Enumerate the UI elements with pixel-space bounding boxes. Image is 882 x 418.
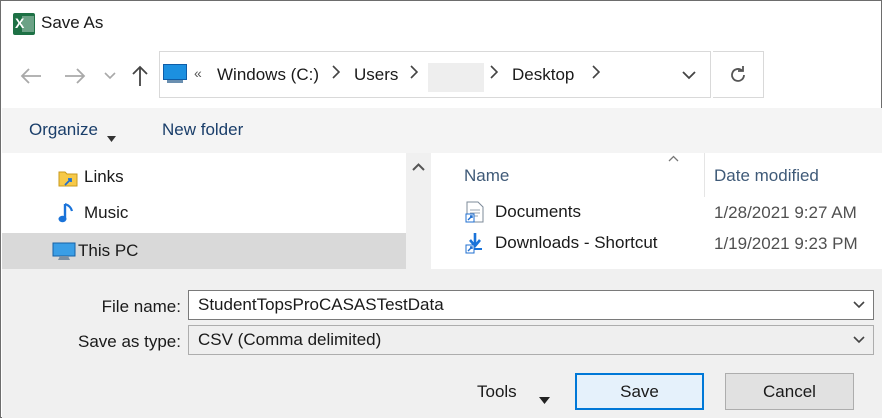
links-folder-icon	[58, 171, 78, 187]
refresh-icon	[731, 65, 745, 82]
shortcut-file-icon	[465, 201, 484, 223]
breadcrumb-windows-c[interactable]: Windows (C:)	[217, 65, 319, 85]
download-shortcut-icon	[465, 233, 482, 254]
file-name: Documents	[495, 202, 581, 221]
up-button[interactable]	[125, 61, 155, 91]
save-as-type-value: CSV (Comma delimited)	[198, 330, 382, 349]
file-list: Name Date modified Documents 1/28/2021 9…	[433, 153, 882, 269]
title-bar: X Save As	[1, 1, 881, 47]
nav-item-links[interactable]: Links	[2, 159, 406, 195]
tools-button[interactable]: Tools	[477, 382, 517, 402]
chevron-right-icon[interactable]	[592, 65, 601, 82]
excel-icon: X	[13, 13, 35, 35]
window-title: Save As	[41, 13, 104, 32]
save-as-type-label: Save as type:	[77, 332, 181, 351]
save-as-type-dropdown[interactable]	[849, 330, 869, 350]
chevron-down-icon	[104, 72, 116, 80]
organize-button[interactable]: Organize	[29, 120, 98, 140]
breadcrumb-redacted[interactable]	[428, 63, 484, 92]
nav-item-label: Music	[84, 203, 129, 222]
arrow-right-icon	[65, 68, 86, 84]
scroll-up-icon[interactable]	[412, 163, 425, 171]
file-name-label: File name:	[101, 297, 181, 316]
file-row-downloads-shortcut[interactable]: Downloads - Shortcut 1/19/2021 9:23 PM	[433, 228, 882, 258]
navigation-pane-scrollbar[interactable]	[406, 153, 431, 269]
arrow-up-icon	[132, 65, 148, 86]
file-name-dropdown[interactable]	[849, 295, 869, 315]
computer-icon	[52, 242, 76, 260]
chevron-right-icon[interactable]	[490, 65, 499, 82]
sort-ascending-icon	[668, 153, 679, 165]
nav-item-this-pc[interactable]: This PC	[2, 233, 406, 269]
save-as-type-select[interactable]: CSV (Comma delimited)	[188, 325, 874, 355]
cancel-button[interactable]: Cancel	[725, 373, 854, 410]
breadcrumb-desktop[interactable]: Desktop	[512, 65, 574, 85]
chevron-down-icon	[853, 301, 865, 309]
column-header-name[interactable]: Name	[464, 166, 509, 186]
chevron-right-icon[interactable]	[410, 65, 419, 82]
command-bar: Organize New folder	[2, 108, 882, 153]
column-header-date-modified[interactable]: Date modified	[714, 166, 819, 186]
back-button[interactable]	[15, 61, 47, 91]
file-name: Downloads - Shortcut	[495, 233, 658, 252]
forward-button[interactable]	[59, 61, 91, 91]
chevron-down-icon	[853, 336, 865, 344]
nav-item-label: Links	[84, 167, 124, 186]
address-bar[interactable]: « Windows (C:) Users Desktop	[159, 51, 711, 98]
file-row-documents[interactable]: Documents 1/28/2021 9:27 AM	[433, 197, 882, 227]
navigation-pane: Links Music This PC	[2, 153, 406, 269]
nav-item-music[interactable]: Music	[2, 195, 406, 231]
column-divider[interactable]	[704, 153, 705, 197]
new-folder-button[interactable]: New folder	[162, 120, 243, 140]
address-history-dropdown[interactable]	[678, 64, 700, 86]
nav-item-label: This PC	[78, 241, 139, 260]
save-button[interactable]: Save	[575, 373, 704, 410]
breadcrumb-users[interactable]: Users	[354, 65, 398, 85]
caret-down-icon[interactable]	[107, 127, 116, 147]
music-icon	[58, 202, 74, 223]
arrow-left-icon	[20, 68, 41, 84]
breadcrumb-overflow[interactable]: «	[194, 65, 202, 81]
file-name-input[interactable]: StudentTopsProCASASTestData	[188, 290, 874, 320]
chevron-down-icon	[682, 70, 696, 79]
file-date: 1/19/2021 9:23 PM	[714, 234, 858, 253]
caret-down-icon[interactable]	[539, 389, 550, 409]
recent-locations-button[interactable]	[101, 61, 119, 91]
save-options-panel: File name: StudentTopsProCASASTestData S…	[2, 269, 882, 418]
computer-icon	[163, 64, 188, 84]
refresh-button[interactable]	[713, 51, 764, 98]
save-as-dialog: X Save As « Windows (C:) Users Desktop O…	[0, 0, 882, 418]
file-name-value[interactable]: StudentTopsProCASASTestData	[198, 295, 444, 315]
chevron-right-icon[interactable]	[332, 65, 341, 82]
file-date: 1/28/2021 9:27 AM	[714, 203, 857, 222]
